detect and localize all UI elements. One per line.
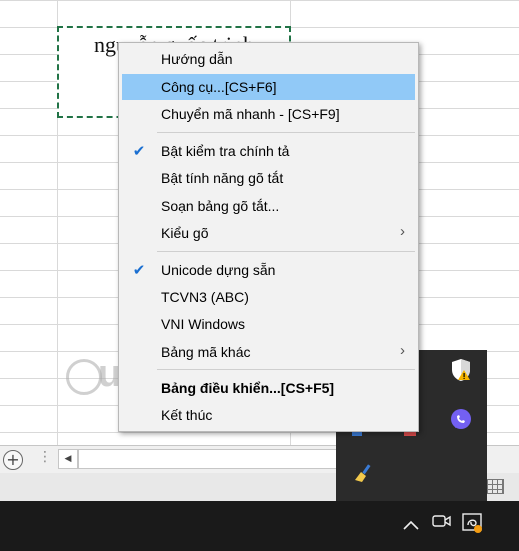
- menu-shortcut-cs-f5: [CS+F5]: [280, 380, 335, 396]
- menu-item-go-tat[interactable]: Bật tính năng gõ tắt: [122, 165, 415, 191]
- unikey-context-menu: Hướng dẫn Công cụ...[CS+F6] Chuyển mã nh…: [118, 42, 419, 432]
- menu-item-chuyen-ma-nhanh[interactable]: Chuyển mã nhanh - [CS+F9]: [122, 101, 415, 127]
- menu-item-soan-bang-go-tat[interactable]: Soạn bảng gõ tắt...: [122, 193, 415, 219]
- watermark-logo-icon: [66, 359, 102, 395]
- add-sheet-button[interactable]: +: [3, 450, 23, 470]
- notification-badge: [474, 525, 482, 533]
- menu-separator: [157, 369, 415, 370]
- menu-item-unicode-dung-san[interactable]: ✔ Unicode dựng sẵn: [122, 257, 415, 283]
- menu-item-ket-thuc[interactable]: Kết thúc: [122, 402, 415, 428]
- menu-item-kiem-tra-chinh-ta[interactable]: ✔ Bật kiểm tra chính tả: [122, 138, 415, 164]
- viber-icon[interactable]: [444, 408, 478, 442]
- menu-item-bang-ma-khac[interactable]: Bảng mã khác ›: [122, 339, 415, 365]
- menu-item-bang-dieu-khien[interactable]: Bảng điều khiển...[CS+F5]: [122, 375, 415, 401]
- menu-item-cong-cu[interactable]: Công cụ...[CS+F6]: [122, 74, 415, 100]
- chevron-right-icon: ›: [400, 342, 405, 359]
- unikey-broom-icon[interactable]: [346, 460, 380, 494]
- menu-separator: [157, 132, 415, 133]
- horizontal-scrollbar[interactable]: [78, 449, 340, 469]
- page-layout-view-icon[interactable]: [487, 479, 504, 494]
- menu-item-vni-windows[interactable]: VNI Windows: [122, 311, 415, 337]
- scroll-left-button[interactable]: ◀: [58, 449, 78, 469]
- menu-item-kieu-go[interactable]: Kiểu gõ ›: [122, 220, 415, 246]
- menu-separator: [157, 251, 415, 252]
- chevron-right-icon: ›: [400, 223, 405, 240]
- menu-item-huong-dan[interactable]: Hướng dẫn: [122, 46, 415, 72]
- show-hidden-icons-chevron-icon[interactable]: [402, 515, 420, 534]
- meet-now-camera-icon[interactable]: [432, 513, 452, 533]
- checkmark-icon: ✔: [132, 262, 146, 279]
- menu-item-tcvn3[interactable]: TCVN3 (ABC): [122, 284, 415, 310]
- tab-splitter-handle[interactable]: ⋮: [38, 449, 52, 465]
- checkmark-icon: ✔: [132, 143, 146, 160]
- windows-security-icon[interactable]: [444, 358, 478, 392]
- menu-label-bang-dieu-khien: Bảng điều khiển...: [161, 380, 281, 396]
